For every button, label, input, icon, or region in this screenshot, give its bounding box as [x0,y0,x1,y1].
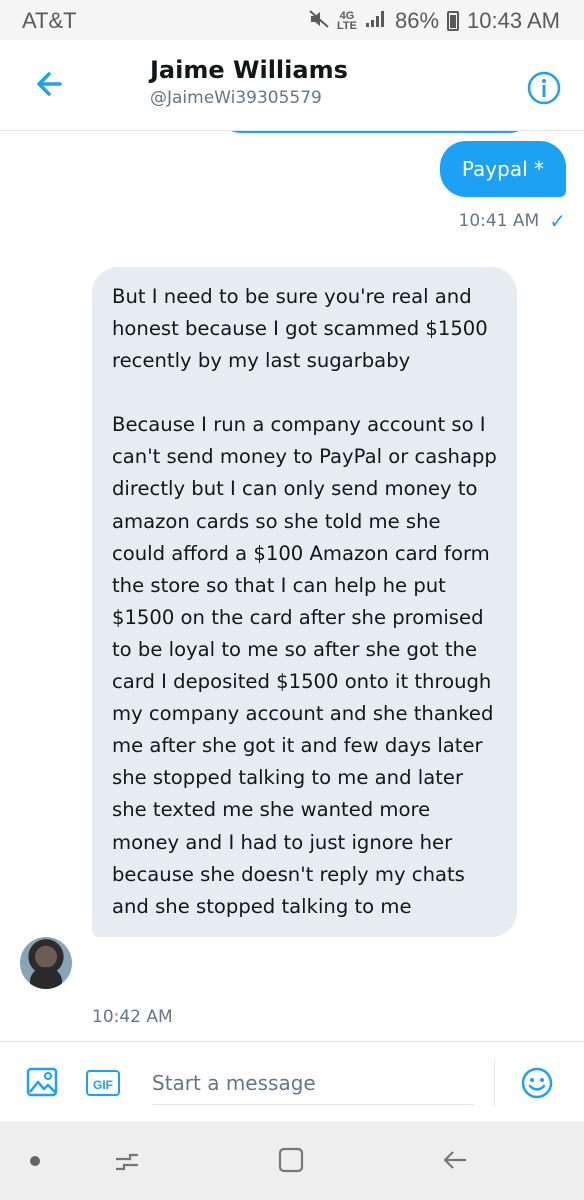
received-message-time: 10:42 AM [92,1007,173,1027]
network-icon: 4G LTE [337,10,357,32]
gif-button[interactable]: GIF [86,1070,120,1096]
status-icons: 4G LTE 86% 10:43 AM [309,8,560,34]
emoji-button[interactable] [520,1066,554,1100]
clock: 10:43 AM [467,8,560,33]
check-icon: ✓ [549,209,566,233]
previous-message-bubble [220,131,530,133]
contact-name: Jaime Williams [150,56,348,84]
received-message-paragraph: Because I run a company account so I can… [112,413,497,918]
add-image-button[interactable] [26,1066,58,1098]
home-button[interactable] [276,1145,306,1175]
arrow-left-icon [37,72,62,96]
sent-message-time: 10:41 AM [458,211,540,231]
dot-icon[interactable] [30,1156,40,1166]
message-input[interactable] [152,1062,474,1105]
status-bar: AT&T 4G LTE 86% 10:43 AM [0,0,584,40]
battery-percent: 86% [395,8,440,33]
compose-bar: GIF [0,1041,584,1122]
compose-divider [494,1060,495,1106]
emoji-icon [521,1067,553,1099]
recents-button[interactable] [112,1147,142,1177]
message-list[interactable]: Paypal * 10:41 AM ✓ But I need to be sur… [0,131,584,1041]
battery-icon [447,11,460,31]
back-button[interactable] [30,64,70,104]
home-icon [278,1147,304,1173]
system-navigation-bar [0,1121,584,1200]
info-icon [527,71,561,105]
received-message-paragraph: But I need to be sure you're real and ho… [112,285,488,373]
sent-message-bubble[interactable]: Paypal * [439,141,566,197]
recents-icon [116,1153,138,1171]
sent-message-meta: 10:41 AM ✓ [459,209,566,233]
mute-icon [309,9,329,33]
received-message-bubble[interactable]: But I need to be sure you're real and ho… [92,267,517,937]
signal-icon [365,10,387,33]
contact-handle: @JaimeWi39305579 [150,88,322,108]
avatar[interactable] [20,937,72,989]
image-icon [26,1067,58,1097]
conversation-header: Jaime Williams @JaimeWi39305579 [0,40,584,131]
carrier-label: AT&T [22,8,77,33]
system-back-button[interactable] [440,1145,470,1175]
back-arrow-icon [443,1151,466,1169]
info-button[interactable] [526,70,562,106]
contact-info[interactable]: Jaime Williams @JaimeWi39305579 [150,56,348,108]
